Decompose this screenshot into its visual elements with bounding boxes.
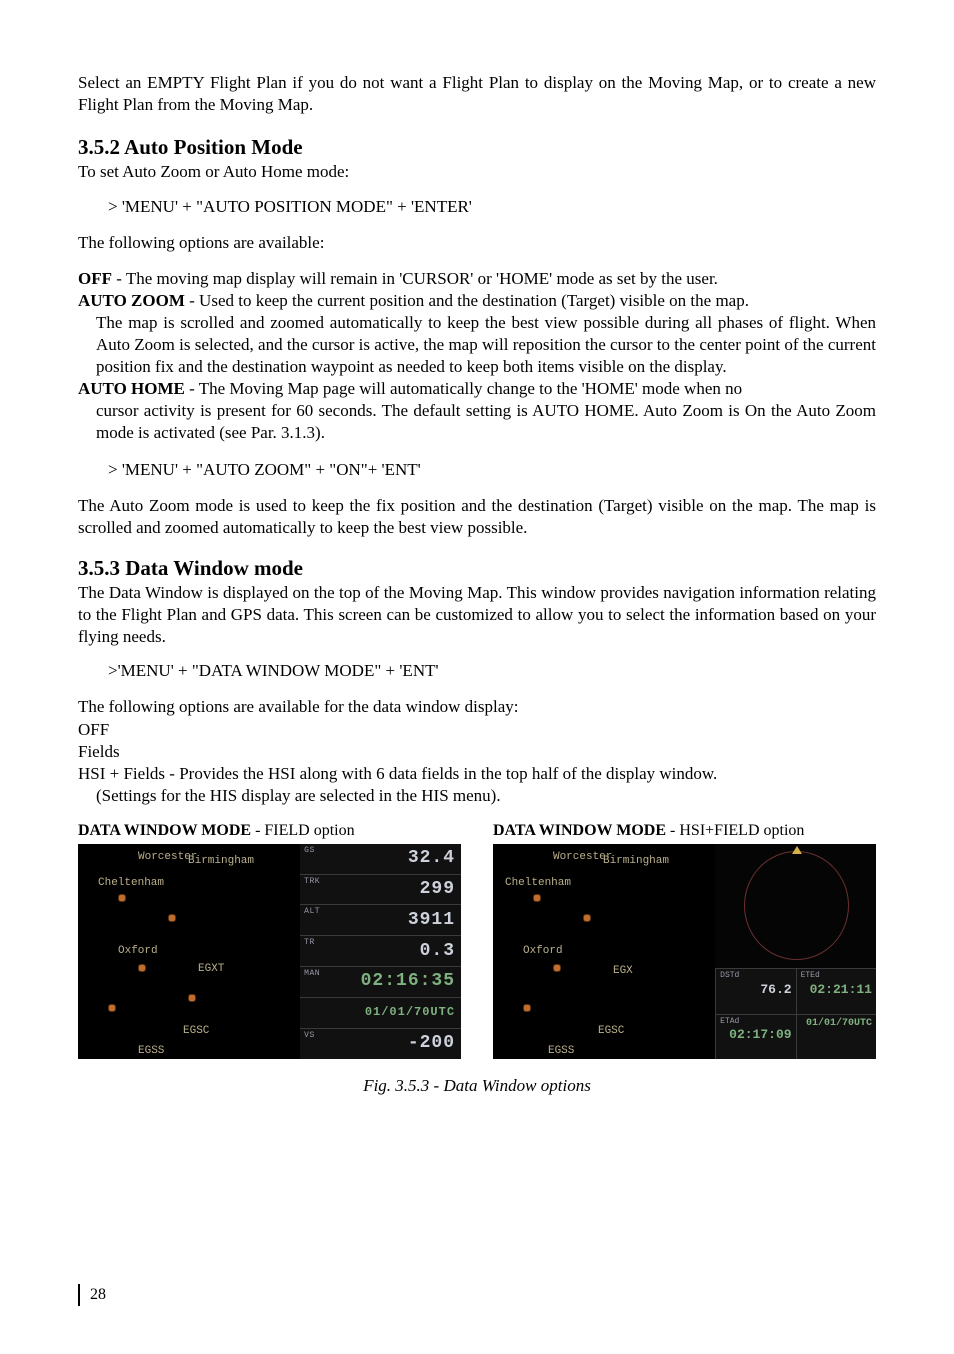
data-row-value: 299: [420, 878, 455, 901]
option-auto-zoom-continuation: The map is scrolled and zoomed automatic…: [78, 312, 876, 378]
data-row: GS 32.4: [300, 844, 461, 874]
data-cell: DSTd76.2: [715, 968, 795, 1013]
option-off: OFF - The moving map display will remain…: [78, 268, 876, 290]
data-row-value: -200: [408, 1032, 455, 1055]
option-auto-zoom-label: AUTO ZOOM: [78, 291, 185, 310]
option-off-label: OFF: [78, 269, 112, 288]
heading-3-5-3: 3.5.3 Data Window mode: [78, 555, 876, 582]
data-row: ALT 3911: [300, 904, 461, 935]
option-auto-home-text: - The Moving Map page will automatically…: [185, 379, 742, 398]
map-marker-icon: [168, 914, 176, 922]
figure-left-title-bold: DATA WINDOW MODE: [78, 822, 251, 839]
data-cell-value: 01/01/70UTC: [801, 1017, 872, 1030]
data-row-label: VS: [304, 1031, 315, 1041]
map-label: EGXT: [198, 962, 224, 976]
options-available-line: The following options are available:: [78, 232, 876, 254]
data-pane-left: GS32.4 TRK299 ALT3911 TR0.3 MAN02:16:35 …: [300, 844, 461, 1059]
option-off-text: - The moving map display will remain in …: [112, 269, 718, 288]
data-cell: ETAd02:17:09: [715, 1014, 795, 1059]
map-marker-icon: [118, 894, 126, 902]
heading-3-5-2: 3.5.2 Auto Position Mode: [78, 134, 876, 161]
map-marker-icon: [108, 1004, 116, 1012]
map-marker-icon: [138, 964, 146, 972]
figure-left-title: DATA WINDOW MODE - FIELD option: [78, 821, 461, 842]
data-cell-label: DSTd: [720, 971, 791, 981]
menu-command-1: > 'MENU' + "AUTO POSITION MODE" + 'ENTER…: [108, 196, 876, 218]
auto-zoom-tail: The Auto Zoom mode is used to keep the f…: [78, 495, 876, 539]
data-cell-value: 02:21:11: [801, 982, 872, 999]
figure-right-title: DATA WINDOW MODE - HSI+FIELD option: [493, 821, 876, 842]
figure-caption: Fig. 3.5.3 - Data Window options: [78, 1075, 876, 1097]
figure-right-title-rest: - HSI+FIELD option: [666, 822, 804, 839]
data-row-label: GS: [304, 846, 315, 856]
data-window-intro: The Data Window is displayed on the top …: [78, 582, 876, 648]
data-cell: 01/01/70UTC: [796, 1014, 876, 1059]
option-auto-home-continuation: cursor activity is present for 60 second…: [78, 400, 876, 444]
intro-paragraph: Select an EMPTY Flight Plan if you do no…: [78, 72, 876, 116]
hsi-panel: [715, 844, 876, 969]
data-window-option-hsi-text: HSI + Fields - Provides the HSI along wi…: [78, 764, 717, 783]
map-marker-icon: [523, 1004, 531, 1012]
data-row-value: 01/01/70UTC: [365, 1005, 455, 1021]
option-auto-zoom: AUTO ZOOM - Used to keep the current pos…: [78, 290, 876, 378]
figures-row: DATA WINDOW MODE - FIELD option Worceste…: [78, 821, 876, 1059]
figure-left: DATA WINDOW MODE - FIELD option Worceste…: [78, 821, 461, 1059]
figure-right: DATA WINDOW MODE - HSI+FIELD option Worc…: [493, 821, 876, 1059]
data-cell-label: ETEd: [801, 971, 872, 981]
screenshot-hsi-field-option: Worcester Birmingham Cheltenham Oxford E…: [493, 844, 876, 1059]
map-label: Cheltenham: [505, 876, 571, 890]
data-window-options-intro: The following options are available for …: [78, 696, 876, 718]
map-label: Birmingham: [188, 854, 254, 868]
data-window-option-hsi: HSI + Fields - Provides the HSI along wi…: [78, 763, 876, 807]
map-label: Oxford: [118, 944, 158, 958]
figure-left-title-rest: - FIELD option: [251, 822, 355, 839]
map-marker-icon: [583, 914, 591, 922]
map-label: Cheltenham: [98, 876, 164, 890]
data-row-value: 3911: [408, 909, 455, 932]
menu-command-2: > 'MENU' + "AUTO ZOOM" + "ON"+ 'ENT': [108, 459, 876, 481]
map-marker-icon: [553, 964, 561, 972]
data-cell-label: ETAd: [720, 1017, 791, 1027]
data-row-label: ALT: [304, 907, 320, 917]
map-marker-icon: [533, 894, 541, 902]
figure-right-title-bold: DATA WINDOW MODE: [493, 822, 666, 839]
menu-command-3: >'MENU' + "DATA WINDOW MODE" + 'ENT': [108, 660, 876, 682]
document-page: Select an EMPTY Flight Plan if you do no…: [0, 0, 954, 1354]
map-area-left: Worcester Birmingham Cheltenham Oxford E…: [78, 844, 300, 1059]
data-cell-value: 76.2: [720, 982, 791, 999]
data-row: MAN 02:16:35: [300, 966, 461, 997]
data-window-option-fields: Fields: [78, 741, 876, 763]
data-cell-value: 02:17:09: [720, 1027, 791, 1044]
map-marker-icon: [188, 994, 196, 1002]
data-window-option-off: OFF: [78, 719, 876, 741]
data-row-label: MAN: [304, 969, 320, 979]
data-row: 01/01/70UTC: [300, 997, 461, 1028]
data-row: TRK 299: [300, 874, 461, 905]
data-window-option-his-cont: (Settings for the HIS display are select…: [78, 785, 876, 807]
option-auto-zoom-text: - Used to keep the current position and …: [185, 291, 749, 310]
data-row-value: 32.4: [408, 847, 455, 870]
map-label: EGX: [613, 964, 633, 978]
map-label: EGSC: [183, 1024, 209, 1038]
compass-icon: [744, 851, 849, 960]
data-row-label: TRK: [304, 877, 320, 887]
map-label: EGSS: [548, 1044, 574, 1058]
data-row: TR 0.3: [300, 935, 461, 966]
map-area-right: Worcester Birmingham Cheltenham Oxford E…: [493, 844, 715, 1059]
screenshot-field-option: Worcester Birmingham Cheltenham Oxford E…: [78, 844, 461, 1059]
option-auto-home: AUTO HOME - The Moving Map page will aut…: [78, 378, 876, 444]
page-number: 28: [78, 1284, 106, 1306]
data-row-label: TR: [304, 938, 315, 948]
map-label: Oxford: [523, 944, 563, 958]
data-cell: ETEd02:21:11: [796, 968, 876, 1013]
map-label: EGSC: [598, 1024, 624, 1038]
map-label: EGSS: [138, 1044, 164, 1058]
info-grid-right: DSTd76.2 ETEd02:21:11 ETAd02:17:09 01/01…: [715, 968, 876, 1058]
auto-position-subline: To set Auto Zoom or Auto Home mode:: [78, 161, 876, 183]
data-row: VS -200: [300, 1028, 461, 1059]
data-row-value: 02:16:35: [361, 970, 455, 993]
map-label: Birmingham: [603, 854, 669, 868]
option-auto-home-label: AUTO HOME: [78, 379, 185, 398]
data-row-value: 0.3: [420, 940, 455, 963]
